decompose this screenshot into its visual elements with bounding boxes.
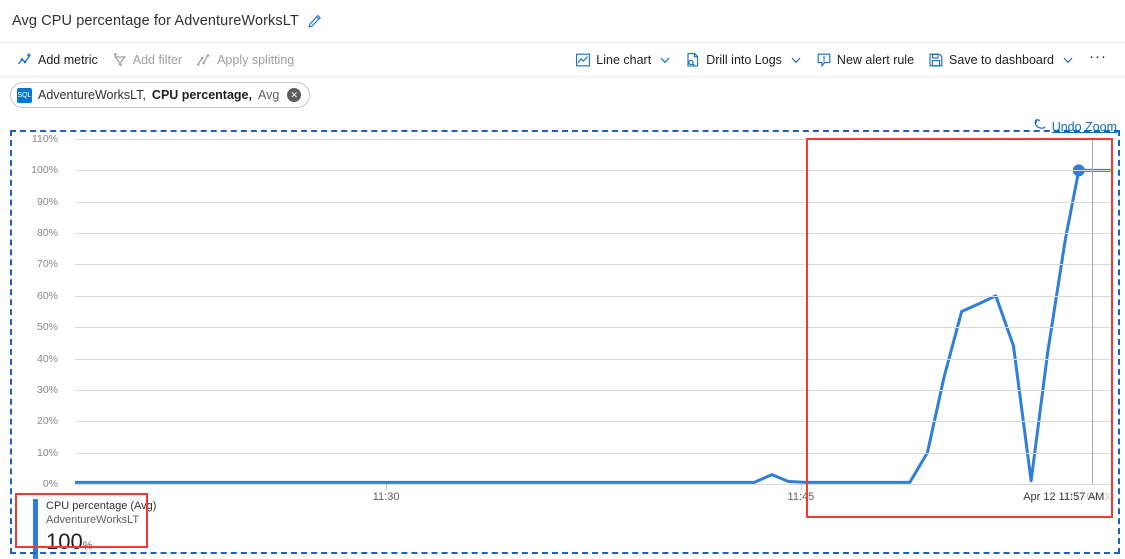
new-alert-rule-icon [816, 52, 832, 68]
metric-chip-remove-icon[interactable]: ✕ [287, 88, 302, 102]
legend-value: 100% [46, 529, 156, 559]
sql-database-icon: SQL [17, 87, 32, 103]
chart-gridline [75, 452, 1112, 454]
undo-icon [1033, 118, 1048, 135]
chevron-down-icon[interactable] [1062, 54, 1074, 66]
x-axis-tick-label: 11:45 [787, 491, 815, 503]
chart-plot-area[interactable]: 0% 10% 20% 30% 40% 50% 60% 70% 80% 90% 100% 110% 11:… [31, 133, 1114, 503]
y-axis-tick-label: 110% [31, 133, 58, 145]
add-filter-icon [112, 52, 128, 68]
drill-into-logs-button[interactable]: Drill into Logs [678, 48, 809, 72]
line-chart-label: Line chart [596, 52, 652, 67]
new-alert-rule-label: New alert rule [836, 52, 915, 67]
chart-gridline [75, 233, 1112, 235]
more-commands-button[interactable]: ··· [1081, 49, 1115, 69]
undo-zoom-button[interactable]: Undo Zoom [1033, 118, 1117, 135]
y-axis-tick-label: 50% [36, 321, 58, 334]
chevron-down-icon[interactable] [790, 54, 802, 66]
add-filter-button[interactable]: Add filter [105, 48, 189, 72]
metric-chip-metric: CPU percentage, [151, 88, 252, 102]
crosshair-line [1091, 139, 1093, 484]
crosshair-time-label: Apr 12 11:57 AM [1023, 491, 1105, 503]
drill-into-logs-icon [685, 52, 701, 68]
legend-value-unit: % [82, 540, 93, 552]
legend-metric-label: CPU percentage (Avg) [46, 500, 157, 512]
y-axis-tick-label: 40% [36, 352, 58, 365]
add-metric-button[interactable]: Add metric [10, 48, 105, 72]
add-metric-label: Add metric [38, 52, 98, 67]
chart-header: Avg CPU percentage for AdventureWorksLT [0, 0, 1125, 42]
x-axis-tick-label: 11:30 [372, 491, 400, 503]
line-chart-icon [575, 52, 591, 68]
y-axis-tick-label: 100% [31, 164, 58, 177]
metric-chip[interactable]: SQL AdventureWorksLT, CPU percentage, Av… [10, 82, 311, 108]
apply-splitting-button[interactable]: Apply splitting [189, 48, 301, 72]
new-alert-rule-button[interactable]: New alert rule [809, 48, 921, 72]
undo-zoom-label: Undo Zoom [1051, 119, 1117, 134]
chart-gridline [75, 201, 1112, 203]
chart-gridline [75, 264, 1112, 266]
add-filter-label: Add filter [132, 52, 183, 67]
chart-gridline [75, 389, 1112, 391]
chart-gridline [75, 139, 1112, 140]
y-axis-tick-label: 0% [42, 478, 58, 490]
chart-gridline [75, 484, 1112, 485]
metric-chip-aggregation: Avg [257, 88, 280, 102]
legend-text-block: CPU percentage (Avg) AdventureWorksLT 10… [46, 499, 156, 559]
chart-gridline [75, 295, 1112, 297]
metric-chip-row: SQL AdventureWorksLT, CPU percentage, Av… [0, 77, 1125, 113]
command-bar-left-group: Add metric Add filter Apply splitting [10, 48, 301, 72]
apply-splitting-icon [196, 52, 212, 68]
page-title: Avg CPU percentage for AdventureWorksLT [12, 13, 299, 29]
metrics-chart[interactable]: 0% 10% 20% 30% 40% 50% 60% 70% 80% 90% 100% 110% 11:… [0, 127, 1125, 559]
command-bar-right-group: Line chart Drill into Logs New alert rul… [568, 48, 1115, 72]
chevron-down-icon[interactable] [659, 54, 671, 66]
apply-splitting-label: Apply splitting [217, 52, 295, 67]
legend-color-swatch [33, 499, 38, 559]
line-chart-button[interactable]: Line chart [568, 48, 678, 72]
chart-gridline [75, 421, 1112, 423]
x-axis-tick-mark [800, 484, 802, 490]
chart-gridline [75, 358, 1112, 360]
y-axis-tick-label: 70% [36, 258, 58, 271]
y-axis-tick-label: 80% [36, 227, 58, 240]
y-axis-tick-label: 90% [36, 195, 58, 208]
y-axis-tick-label: 20% [36, 415, 58, 428]
save-to-dashboard-label: Save to dashboard [949, 52, 1054, 67]
pencil-icon[interactable] [307, 14, 322, 29]
legend-resource-label: AdventureWorksLT [46, 514, 140, 526]
x-axis-tick-mark [386, 484, 388, 490]
cpu-percentage-series [75, 164, 1112, 484]
command-bar: Add metric Add filter Apply splitting Li… [0, 42, 1125, 77]
y-axis-tick-label: 30% [36, 383, 58, 396]
save-to-dashboard-icon [928, 52, 944, 68]
metric-chip-resource: AdventureWorksLT, [38, 88, 146, 102]
drill-into-logs-label: Drill into Logs [706, 52, 782, 67]
add-metric-icon [17, 52, 33, 68]
chart-gridline [75, 327, 1112, 329]
legend-value-number: 100 [46, 529, 83, 554]
save-to-dashboard-button[interactable]: Save to dashboard [921, 48, 1081, 72]
chart-gridline [75, 170, 1112, 172]
y-axis-tick-label: 10% [36, 446, 58, 459]
y-axis-tick-label: 60% [36, 289, 58, 302]
chart-legend[interactable]: CPU percentage (Avg) AdventureWorksLT 10… [33, 499, 156, 559]
